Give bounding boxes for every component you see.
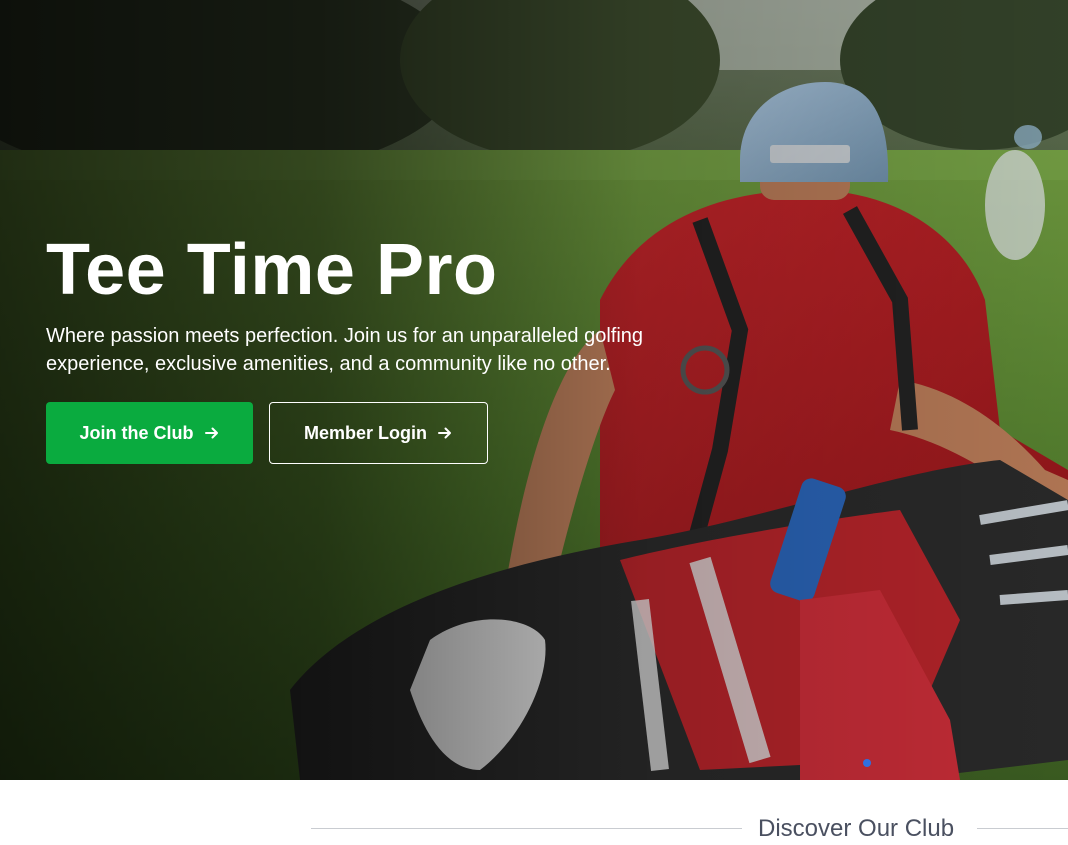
divider-line-left bbox=[311, 828, 742, 829]
carousel-active-dot[interactable] bbox=[863, 759, 871, 767]
arrow-right-icon bbox=[438, 427, 451, 439]
member-login-button-label: Member Login bbox=[303, 422, 427, 443]
join-club-button[interactable]: Join the Club bbox=[46, 402, 253, 464]
member-login-button[interactable]: Member Login bbox=[269, 402, 488, 464]
hero-dark-overlay bbox=[0, 0, 1068, 780]
divider-line-right bbox=[977, 828, 1068, 829]
arrow-right-icon bbox=[204, 427, 218, 439]
hero-section: Tee Time Pro Where passion meets perfect… bbox=[0, 0, 1068, 780]
discover-title: Discover Our Club bbox=[758, 815, 955, 842]
hero-title: Tee Time Pro bbox=[46, 230, 498, 310]
join-club-button-label: Join the Club bbox=[79, 422, 194, 443]
discover-section: Discover Our Club bbox=[0, 780, 1068, 845]
hero-subtitle: Where passion meets perfection. Join us … bbox=[46, 325, 644, 375]
